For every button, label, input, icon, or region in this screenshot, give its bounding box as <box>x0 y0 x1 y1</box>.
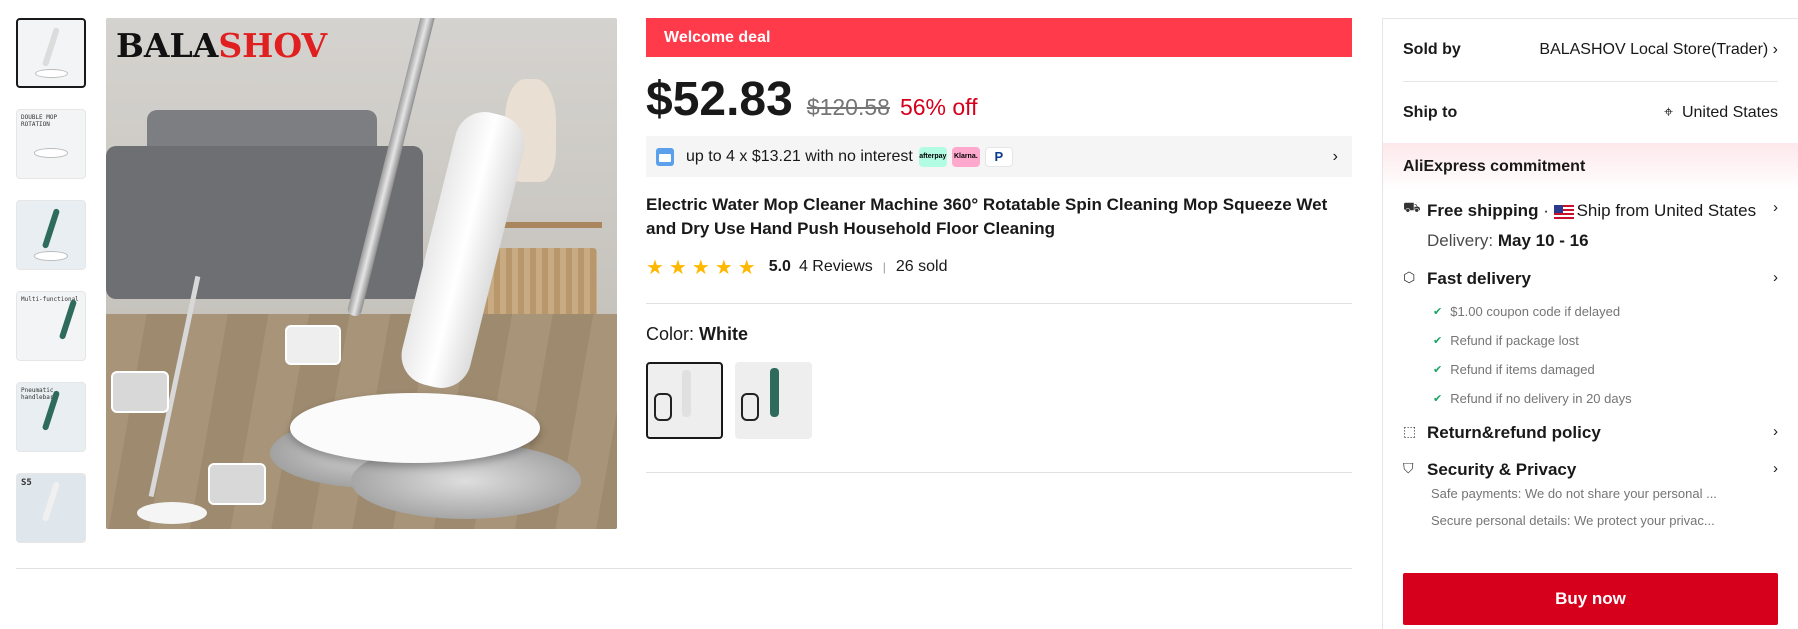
reviews-link[interactable]: 4 Reviews <box>799 258 873 276</box>
fast-delivery-bullets: ✔ $1.00 coupon code if delayed ✔ Refund if… <box>1383 297 1798 413</box>
main-product-image[interactable]: BALASHOV <box>106 18 617 529</box>
divider <box>646 472 1352 473</box>
installment-text: up to 4 x $13.21 with no interest <box>686 147 913 165</box>
calendar-icon <box>656 147 674 166</box>
swatch-green[interactable] <box>735 362 812 439</box>
chevron-right-icon: › <box>1773 460 1778 477</box>
thumbnail-1[interactable] <box>16 18 86 88</box>
security-title: Security & Privacy <box>1427 460 1577 479</box>
check-icon: ✔ <box>1433 393 1443 405</box>
commitment-header: AliExpress commitment <box>1383 143 1798 191</box>
security-line: Secure personal details: We protect your… <box>1431 513 1715 528</box>
thumbnail-2[interactable]: DOUBLE MOP ROTATION <box>16 109 86 179</box>
ship-to-row[interactable]: Ship to ⌖ United States <box>1403 81 1778 143</box>
check-icon: ✔ <box>1433 364 1443 376</box>
chevron-right-icon: › <box>1773 269 1778 286</box>
separator: | <box>882 260 886 274</box>
buy-now-button[interactable]: Buy now <box>1403 573 1778 625</box>
brand-logo: BALASHOV <box>116 26 328 65</box>
return-policy-title: Return&refund policy <box>1427 423 1601 442</box>
sold-by-row[interactable]: Sold by BALASHOV Local Store(Trader) › <box>1383 19 1798 81</box>
security-privacy-row[interactable]: ⛉ Security & Privacy › <box>1383 460 1798 480</box>
color-label: Color: White <box>646 324 749 344</box>
product-title: Electric Water Mop Cleaner Machine 360° … <box>646 195 1328 238</box>
star-icon: ★ <box>691 256 710 279</box>
color-swatches <box>646 362 1352 439</box>
rating-row[interactable]: ★ ★ ★ ★ ★ 5.0 4 Reviews | 26 sold <box>646 255 1352 279</box>
thumbnail-6[interactable]: S5 <box>16 473 86 543</box>
discount-label: 56% off <box>899 94 978 120</box>
product-info: Welcome deal $52.83 $120.58 56% off up t… <box>646 18 1352 473</box>
star-icon: ★ <box>668 256 687 279</box>
divider <box>646 303 1352 304</box>
chevron-right-icon: › <box>1773 199 1778 216</box>
check-icon: ✔ <box>1433 335 1443 347</box>
list-item: ✔ Refund if package lost <box>1433 333 1579 348</box>
thumbnail-list: DOUBLE MOP ROTATION Multi-functional Pne… <box>16 18 87 564</box>
shield-icon: ⛉ <box>1403 460 1414 476</box>
star-icon: ★ <box>714 256 733 279</box>
star-icon: ★ <box>737 256 756 279</box>
rating-value: 5.0 <box>768 258 791 275</box>
original-price: $120.58 <box>806 94 890 120</box>
list-item: ✔ Refund if no delivery in 20 days <box>1433 391 1632 406</box>
thumbnail-4[interactable]: Multi-functional <box>16 291 86 361</box>
security-line: Safe payments: We do not share your pers… <box>1431 486 1717 501</box>
paypal-icon: P <box>984 146 1013 167</box>
chevron-right-icon: › <box>1773 423 1778 440</box>
free-shipping-title: Free shipping <box>1427 201 1539 220</box>
current-price: $52.83 <box>646 73 793 126</box>
thumbnail-caption: S5 <box>21 478 32 488</box>
sold-count: 26 sold <box>895 258 948 275</box>
fast-delivery-title: Fast delivery <box>1427 269 1531 288</box>
package-icon: ⬡ <box>1403 269 1416 285</box>
return-policy-row[interactable]: ⬚ Return&refund policy › <box>1383 423 1798 443</box>
delivery-estimate: Delivery: May 10 - 16 <box>1427 231 1589 250</box>
welcome-deal-banner: Welcome deal <box>646 18 1352 57</box>
chevron-right-icon: › <box>1772 41 1778 58</box>
swatch-white[interactable] <box>646 362 723 439</box>
truck-icon: ⛟ <box>1403 199 1421 215</box>
return-box-icon: ⬚ <box>1403 423 1417 439</box>
divider <box>16 568 1352 569</box>
afterpay-icon: afterpay <box>918 146 947 167</box>
thumbnail-3[interactable] <box>16 200 86 270</box>
seller-name[interactable]: BALASHOV Local Store(Trader) › <box>1539 41 1778 59</box>
thumbnail-caption: DOUBLE MOP ROTATION <box>21 114 58 128</box>
color-value: White <box>699 324 749 344</box>
free-shipping-row[interactable]: ⛟ Free shipping · Ship from United State… <box>1383 199 1798 223</box>
ship-from: Ship from United States <box>1576 201 1757 220</box>
list-item: ✔ $1.00 coupon code if delayed <box>1433 304 1621 319</box>
sold-by-label: Sold by <box>1403 41 1461 58</box>
thumbnail-5[interactable]: Pneumatic handlebar <box>16 382 86 452</box>
list-item: ✔ Refund if items damaged <box>1433 362 1595 377</box>
chevron-right-icon: › <box>1332 147 1338 165</box>
star-icon: ★ <box>646 256 664 279</box>
ship-to-value[interactable]: ⌖ United States <box>1664 104 1778 122</box>
location-pin-icon: ⌖ <box>1664 103 1674 121</box>
klarna-icon: Klarna. <box>951 146 980 167</box>
price-row: $52.83 $120.58 56% off <box>646 72 1352 126</box>
ship-to-label: Ship to <box>1403 103 1458 121</box>
check-icon: ✔ <box>1433 306 1443 318</box>
us-flag-icon <box>1553 204 1574 219</box>
fast-delivery-row[interactable]: ⬡ Fast delivery › <box>1383 269 1798 289</box>
purchase-panel: Sold by BALASHOV Local Store(Trader) › S… <box>1382 18 1798 629</box>
installment-banner[interactable]: up to 4 x $13.21 with no interest afterp… <box>646 136 1352 177</box>
